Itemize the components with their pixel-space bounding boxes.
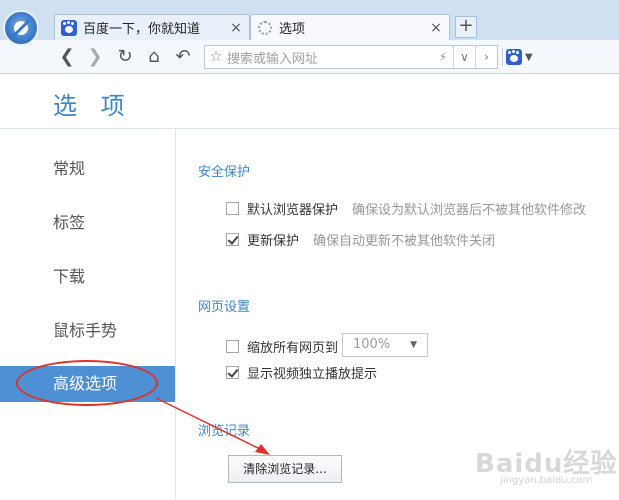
checkbox[interactable]	[226, 339, 239, 353]
section-title-security: 安全保护	[198, 165, 251, 180]
checkbox[interactable]	[226, 365, 239, 379]
option-zoom-all-pages[interactable]: 缩放所有网页到	[226, 337, 339, 356]
section-title-webpage: 网页设置	[198, 300, 251, 315]
sidebar-item-downloads[interactable]: 下载	[0, 259, 175, 295]
close-tab-icon[interactable]: ×	[427, 20, 445, 36]
close-tab-icon[interactable]: ×	[227, 20, 245, 36]
option-label: 缩放所有网页到	[247, 340, 339, 356]
search-engine-selector[interactable]: ▼	[506, 47, 542, 67]
sidebar-item-general[interactable]: 常规	[0, 151, 175, 187]
option-default-browser-protection[interactable]: 默认浏览器保护 确保设为默认浏览器后不被其他软件修改	[226, 199, 587, 218]
page-title: 选 项	[53, 92, 133, 120]
option-label: 默认浏览器保护	[247, 202, 339, 218]
zoom-value: 100%	[353, 337, 391, 352]
baidu-paw-icon	[506, 49, 522, 65]
option-video-popup-hint[interactable]: 显示视频独立播放提示	[226, 363, 378, 382]
clear-history-button[interactable]: 清除浏览记录...	[228, 455, 342, 483]
home-icon[interactable]: ⌂	[143, 46, 165, 68]
forward-icon[interactable]: ❯	[84, 46, 106, 68]
option-label: 更新保护	[247, 233, 300, 249]
caret-down-icon: ▼	[525, 51, 533, 63]
checkbox[interactable]	[226, 201, 239, 215]
browser-logo-icon[interactable]	[3, 10, 39, 46]
toolbar-divider	[502, 48, 503, 66]
sidebar-item-advanced[interactable]: 高级选项	[0, 366, 175, 402]
chevron-down-icon[interactable]: ∨	[453, 46, 475, 68]
checkbox[interactable]	[226, 232, 239, 246]
tab-title: 选项	[279, 22, 306, 37]
go-arrow-icon[interactable]: ›	[475, 46, 497, 68]
bookmark-star-icon[interactable]: ☆	[205, 49, 227, 65]
sidebar-item-mouse-gestures[interactable]: 鼠标手势	[0, 313, 175, 349]
dropdown-arrow-icon: ▼	[410, 340, 417, 350]
zoom-select[interactable]: 100% ▼	[342, 333, 428, 357]
option-label: 显示视频独立播放提示	[247, 366, 378, 382]
undo-icon[interactable]: ↶	[172, 46, 194, 68]
sidebar: 常规 标签 下载 鼠标手势 高级选项	[0, 129, 176, 500]
address-input[interactable]: 搜索或输入网址	[227, 48, 433, 67]
option-description: 确保设为默认浏览器后不被其他软件修改	[352, 202, 587, 218]
tab-baidu[interactable]: 百度一下，你就知道 ×	[54, 14, 250, 40]
lightning-icon[interactable]: ⚡	[433, 50, 453, 64]
option-description: 确保自动更新不被其他软件关闭	[313, 233, 496, 249]
new-tab-button[interactable]: +	[455, 16, 477, 38]
refresh-icon[interactable]: ↻	[114, 46, 136, 68]
option-update-protection[interactable]: 更新保护 确保自动更新不被其他软件关闭	[226, 230, 496, 249]
gear-icon	[257, 20, 273, 36]
navigation-toolbar: ❮ ❯ ↻ ⌂ ↶ ☆ 搜索或输入网址 ⚡ ∨ › ▼	[0, 40, 619, 74]
tab-options[interactable]: 选项 ×	[250, 14, 450, 40]
baidu-paw-icon	[61, 19, 77, 36]
address-bar[interactable]: ☆ 搜索或输入网址 ⚡ ∨ ›	[204, 45, 498, 69]
section-title-history: 浏览记录	[198, 424, 251, 439]
watermark-url: jingyan.baidu.com	[500, 475, 593, 486]
tab-title: 百度一下，你就知道	[83, 22, 201, 37]
back-icon[interactable]: ❮	[56, 46, 78, 68]
sidebar-item-tabs[interactable]: 标签	[0, 205, 175, 241]
